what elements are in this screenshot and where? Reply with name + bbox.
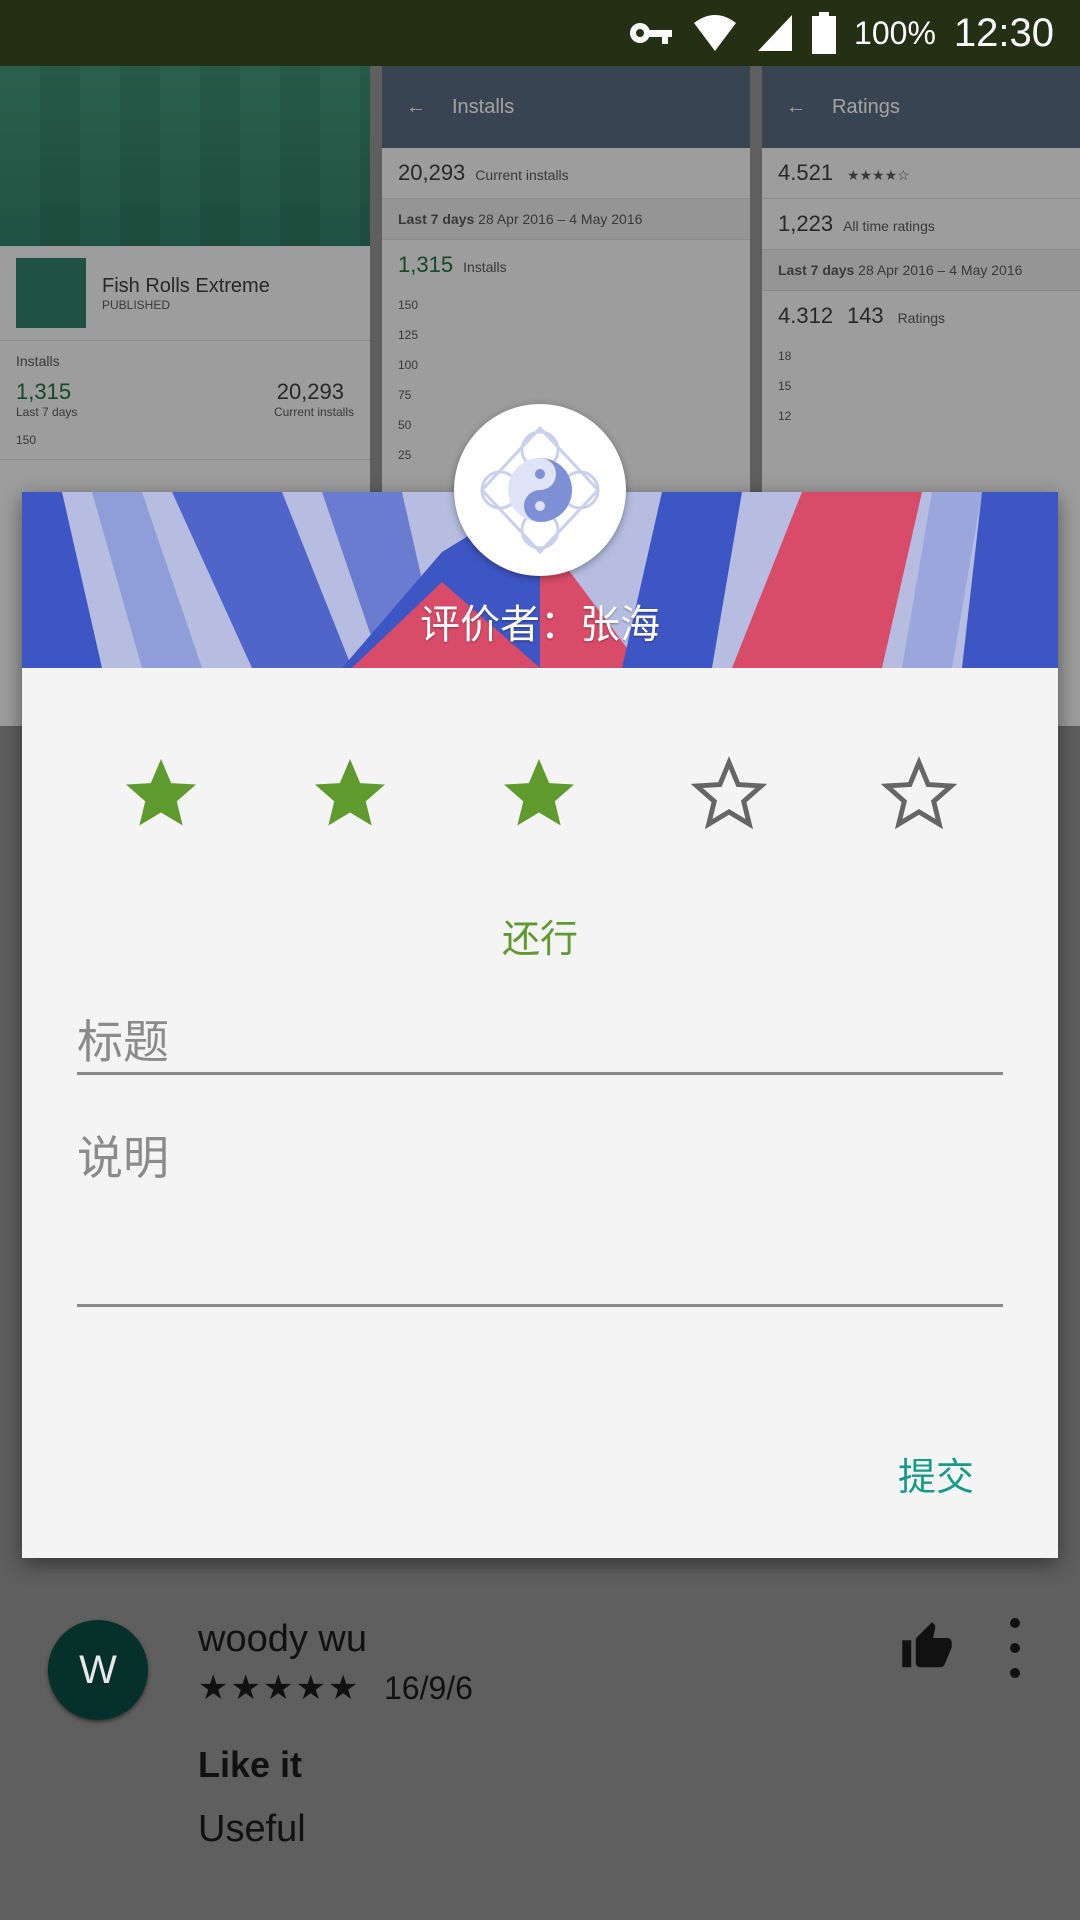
review-body: Useful	[198, 1808, 306, 1850]
key-icon	[630, 23, 673, 44]
status-bar: 100% 12:30	[0, 0, 1080, 66]
thumbs-up-icon[interactable]	[900, 1620, 954, 1674]
submit-button[interactable]: 提交	[898, 1446, 974, 1501]
more-options-icon[interactable]	[1000, 1618, 1030, 1678]
reviewer-label: 评价者：张海	[420, 602, 660, 648]
description-input[interactable]: 说明	[77, 1122, 1003, 1307]
wifi-icon	[694, 15, 737, 51]
battery-percent: 100%	[854, 14, 936, 51]
review-item: W woody wu ★★★★★ 16/9/6 Like it Useful	[0, 1560, 1080, 1920]
battery-icon	[812, 12, 837, 54]
star-3-filled-icon[interactable]	[497, 752, 581, 836]
review-stars: ★★★★★	[198, 1668, 361, 1708]
clock: 12:30	[953, 10, 1054, 55]
star-rating[interactable]	[22, 752, 1058, 852]
title-input[interactable]: 标题	[77, 1000, 1003, 1075]
star-2-filled-icon[interactable]	[308, 752, 392, 836]
review-author: woody wu	[198, 1618, 367, 1660]
star-4-empty-icon[interactable]	[687, 752, 771, 836]
review-date: 16/9/6	[384, 1670, 473, 1706]
status-icons: 100% 12:30	[628, 10, 1054, 56]
app-logo	[454, 404, 626, 576]
star-1-filled-icon[interactable]	[119, 752, 203, 836]
star-5-empty-icon[interactable]	[877, 752, 961, 836]
yin-yang-logo-icon	[479, 425, 601, 555]
review-title: Like it	[198, 1744, 303, 1785]
rating-description: 还行	[501, 917, 578, 961]
reviewer-avatar: W	[48, 1620, 148, 1720]
rating-dialog: 评价者：张海 还行 标题 说明 提交	[22, 492, 1058, 1558]
cell-signal-icon	[758, 15, 793, 51]
